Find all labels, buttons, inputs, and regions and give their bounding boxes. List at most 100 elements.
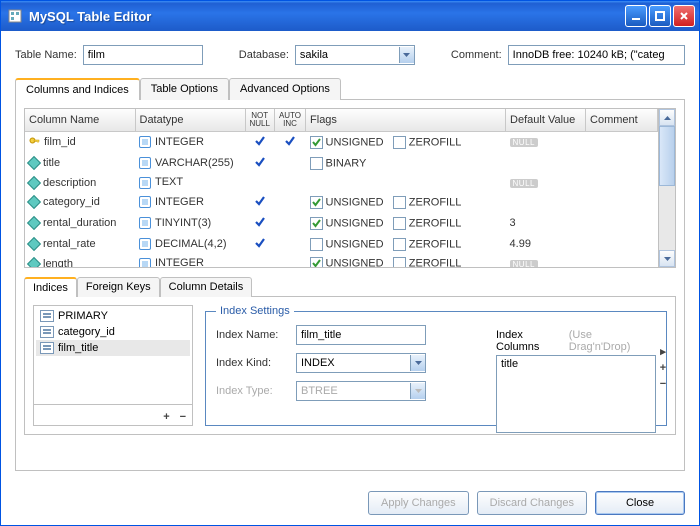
maximize-button[interactable] <box>649 5 671 27</box>
col-header-flags[interactable]: Flags <box>306 109 506 132</box>
col-header-autoinc[interactable]: AUTO INC <box>274 109 305 132</box>
index-list[interactable]: PRIMARY category_id film_title + − <box>33 305 193 426</box>
null-pill: NULL <box>510 138 538 147</box>
header-row: Table Name: Database: sakila Comment: <box>15 45 685 65</box>
index-column-item[interactable]: title <box>501 358 651 370</box>
footer-buttons: Apply Changes Discard Changes Close <box>1 481 699 525</box>
checkbox[interactable] <box>310 257 323 267</box>
table-name-label: Table Name: <box>15 49 77 61</box>
index-item-label: category_id <box>58 326 115 338</box>
datatype-value: DECIMAL(4,2) <box>155 238 227 250</box>
flag-label: ZEROFILL <box>409 238 462 250</box>
checkbox[interactable] <box>393 238 406 251</box>
comment-label: Comment: <box>451 49 502 61</box>
key-icon <box>29 137 40 148</box>
index-columns-box[interactable]: title <box>496 355 656 433</box>
checkbox[interactable] <box>310 238 323 251</box>
chevron-down-icon <box>410 383 425 399</box>
table-row[interactable]: category_idINTEGERUNSIGNED ZEROFILL <box>25 192 658 213</box>
index-list-item[interactable]: film_title <box>36 340 190 356</box>
column-name: title <box>43 157 60 169</box>
null-pill: NULL <box>510 179 538 188</box>
column-name: rental_duration <box>43 217 116 229</box>
close-dialog-button[interactable]: Close <box>595 491 685 515</box>
flag-label: BINARY <box>326 157 367 169</box>
check-icon <box>253 215 267 229</box>
window: MySQL Table Editor Table Name: Database:… <box>0 0 700 526</box>
minimize-button[interactable] <box>625 5 647 27</box>
scroll-up-button[interactable] <box>659 109 675 126</box>
table-row[interactable]: film_idINTEGERUNSIGNED ZEROFILLNULL <box>25 132 658 153</box>
col-header-default[interactable]: Default Value <box>506 109 586 132</box>
col-header-notnull[interactable]: NOT NULL <box>245 109 274 132</box>
checkbox[interactable] <box>393 196 406 209</box>
checkbox[interactable] <box>310 157 323 170</box>
checkbox[interactable] <box>310 136 323 149</box>
content: Table Name: Database: sakila Comment: Co… <box>1 31 699 481</box>
add-index-button[interactable]: + <box>163 411 169 423</box>
scrollbar[interactable] <box>658 109 675 267</box>
checkbox[interactable] <box>310 196 323 209</box>
diamond-icon <box>27 156 41 170</box>
remove-index-button[interactable]: − <box>180 411 186 423</box>
flag-label: ZEROFILL <box>409 217 462 229</box>
index-list-item[interactable]: category_id <box>36 324 190 340</box>
checkbox[interactable] <box>393 136 406 149</box>
checkbox[interactable] <box>310 217 323 230</box>
datatype-value: VARCHAR(255) <box>155 157 234 169</box>
index-settings-fieldset: Index Settings Index Name: Index Kind: I… <box>205 305 667 426</box>
table-name-input[interactable] <box>83 45 203 65</box>
col-header-datatype[interactable]: Datatype <box>135 109 245 132</box>
diamond-icon <box>27 237 41 251</box>
scroll-track[interactable] <box>659 186 675 250</box>
checkbox[interactable] <box>393 217 406 230</box>
column-name: film_id <box>44 136 76 148</box>
index-col-add-button[interactable]: + <box>658 362 668 374</box>
default-value: 4.99 <box>510 238 531 250</box>
database-combo[interactable]: sakila <box>295 45 415 65</box>
datatype-icon <box>139 136 151 148</box>
close-button[interactable] <box>673 5 695 27</box>
index-columns-area: Index Columns (Use Drag'n'Drop) title <box>496 329 656 433</box>
index-list-item[interactable]: PRIMARY <box>36 308 190 324</box>
titlebar[interactable]: MySQL Table Editor <box>1 1 699 31</box>
subtab-indices[interactable]: Indices <box>24 277 77 297</box>
table-row[interactable]: rental_durationTINYINT(3)UNSIGNED ZEROFI… <box>25 213 658 234</box>
col-header-name[interactable]: Column Name <box>25 109 135 132</box>
checkbox[interactable] <box>393 257 406 267</box>
table-row[interactable]: descriptionTEXTNULL <box>25 174 658 192</box>
scroll-down-button[interactable] <box>659 250 675 267</box>
check-icon <box>253 155 267 169</box>
title-buttons <box>625 5 695 27</box>
flag-label: ZEROFILL <box>409 136 462 148</box>
table-row[interactable]: rental_rateDECIMAL(4,2)UNSIGNED ZEROFILL… <box>25 234 658 255</box>
table-row[interactable]: lengthINTEGERUNSIGNED ZEROFILLNULL <box>25 255 658 268</box>
subtab-column-details[interactable]: Column Details <box>160 277 253 297</box>
datatype-value: TINYINT(3) <box>155 217 211 229</box>
index-kind-combo[interactable]: INDEX <box>296 353 426 373</box>
columns-grid[interactable]: Column Name Datatype NOT NULL AUTO INC F… <box>24 108 676 268</box>
tab-table-options[interactable]: Table Options <box>140 78 229 100</box>
comment-input[interactable] <box>508 45 685 65</box>
apply-changes-button: Apply Changes <box>368 491 469 515</box>
tab-body: Column Name Datatype NOT NULL AUTO INC F… <box>15 100 685 471</box>
flag-label: ZEROFILL <box>409 257 462 267</box>
column-name: category_id <box>43 196 100 208</box>
tab-advanced-options[interactable]: Advanced Options <box>229 78 341 100</box>
check-icon <box>253 134 267 148</box>
datatype-icon <box>139 196 151 208</box>
index-type-value: BTREE <box>301 385 338 397</box>
index-col-next-button[interactable]: ▸ <box>658 345 668 358</box>
discard-changes-button: Discard Changes <box>477 491 587 515</box>
tab-columns-indices[interactable]: Columns and Indices <box>15 78 140 100</box>
column-name: description <box>43 177 96 189</box>
index-col-remove-button[interactable]: − <box>658 378 668 390</box>
index-type-combo: BTREE <box>296 381 426 401</box>
subtab-foreign-keys[interactable]: Foreign Keys <box>77 277 160 297</box>
col-header-comment[interactable]: Comment <box>586 109 658 132</box>
table-row[interactable]: title VARCHAR(255) BINARY <box>25 153 658 174</box>
grid-header-row: Column Name Datatype NOT NULL AUTO INC F… <box>25 109 658 132</box>
check-icon <box>253 194 267 208</box>
index-name-input[interactable] <box>296 325 426 345</box>
scroll-thumb[interactable] <box>659 126 675 186</box>
